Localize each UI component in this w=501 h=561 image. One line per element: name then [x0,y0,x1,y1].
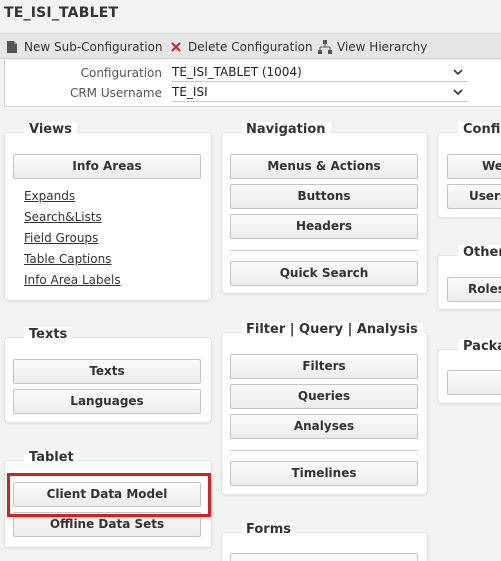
title-bar: TE_ISI_TABLET [0,0,501,33]
users-button[interactable]: Users [447,184,501,209]
filter-separator [230,450,418,451]
page-title: TE_ISI_TABLET [4,5,119,21]
languages-button[interactable]: Languages [13,389,201,414]
info-areas-button[interactable]: Info Areas [13,154,201,179]
hierarchy-icon [318,40,332,54]
quick-search-button[interactable]: Quick Search [230,261,418,286]
expands-link[interactable]: Expands [24,189,75,203]
packages-title: Packa [458,339,501,354]
menus-actions-button[interactable]: Menus & Actions [230,154,418,179]
filters-button[interactable]: Filters [230,354,418,379]
headers-button[interactable]: Headers [230,214,418,239]
view-hierarchy-button[interactable]: View Hierarchy [318,39,427,55]
crm-username-label: CRM Username [69,86,162,100]
forms-button[interactable] [230,553,418,561]
queries-button[interactable]: Queries [230,384,418,409]
configuration-value: TE_ISI_TABLET (1004) [172,65,302,79]
web-button[interactable]: We [447,154,501,179]
timelines-button[interactable]: Timelines [230,461,418,486]
buttons-button[interactable]: Buttons [230,184,418,209]
forms-title: Forms [241,522,296,537]
chevron-down-icon [452,84,464,100]
packages-button[interactable] [447,370,501,395]
tablet-title: Tablet [24,450,79,465]
view-hierarchy-label: View Hierarchy [337,40,428,54]
configuration-label: Configuration [80,66,162,80]
chevron-down-icon [452,64,464,80]
document-icon [5,40,19,54]
texts-title: Texts [24,327,73,342]
navigation-separator [230,250,418,251]
highlight-box [7,473,211,517]
info-area-labels-link[interactable]: Info Area Labels [24,273,121,287]
filter-query-analysis-title: Filter | Query | Analysis [241,322,423,337]
views-title: Views [24,122,77,137]
field-groups-link[interactable]: Field Groups [24,231,98,245]
new-sub-configuration-button[interactable]: New Sub-Configuration [5,39,163,55]
new-sub-configuration-label: New Sub-Configuration [24,40,163,54]
config-title: Config [458,122,501,137]
crm-username-value: TE_ISI [172,85,208,99]
configuration-panel: Configuration TE_ISI_TABLET (1004) CRM U… [4,60,501,107]
crm-username-select[interactable]: TE_ISI [172,84,468,102]
table-captions-link[interactable]: Table Captions [24,252,111,266]
roles-button[interactable]: Roles [447,277,501,302]
delete-configuration-button[interactable]: Delete Configuration [169,39,313,55]
other-title: Other [458,245,501,260]
search-lists-link[interactable]: Search&Lists [24,210,102,224]
delete-configuration-label: Delete Configuration [188,40,313,54]
close-icon [169,40,183,54]
analyses-button[interactable]: Analyses [230,414,418,439]
texts-button[interactable]: Texts [13,359,201,384]
navigation-title: Navigation [241,122,331,137]
toolbar: New Sub-Configuration Delete Configurati… [0,33,501,59]
configuration-select[interactable]: TE_ISI_TABLET (1004) [172,64,468,82]
